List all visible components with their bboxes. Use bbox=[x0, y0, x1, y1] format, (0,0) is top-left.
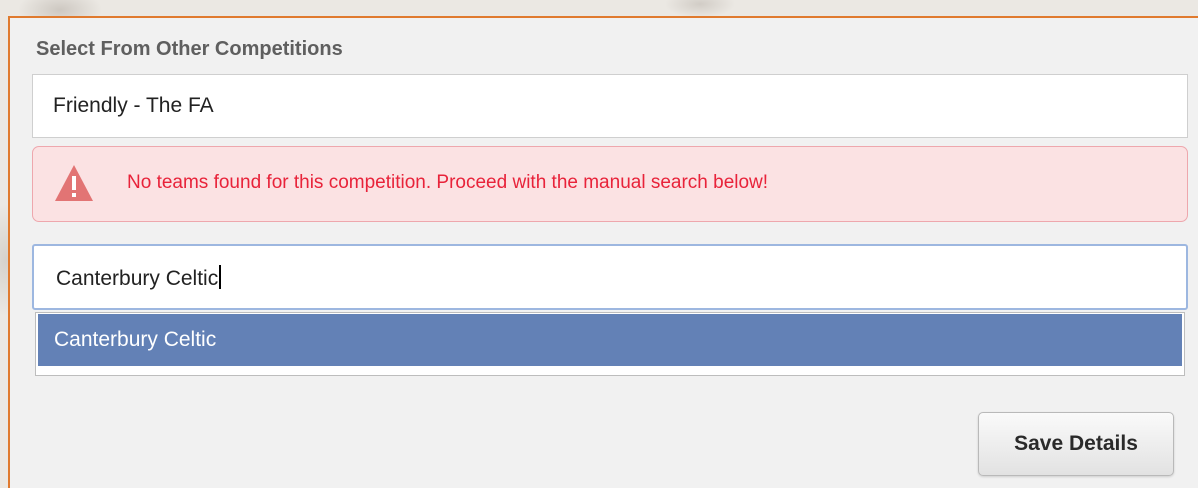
team-search-text: Canterbury Celtic bbox=[56, 265, 222, 291]
competition-value: Friendly - The FA bbox=[53, 94, 214, 117]
competition-panel: Select From Other Competitions Friendly … bbox=[8, 16, 1198, 488]
suggestion-item[interactable]: Canterbury Celtic bbox=[38, 314, 1182, 366]
competition-select[interactable]: Friendly - The FA bbox=[32, 74, 1188, 138]
save-details-button[interactable]: Save Details bbox=[978, 412, 1174, 476]
text-caret bbox=[219, 265, 222, 289]
suggestion-dropdown: Canterbury Celtic bbox=[35, 312, 1185, 376]
suggestion-label: Canterbury Celtic bbox=[54, 328, 217, 351]
warning-triangle-icon bbox=[55, 165, 93, 201]
no-teams-alert: No teams found for this competition. Pro… bbox=[32, 146, 1188, 222]
team-search-value: Canterbury Celtic bbox=[56, 267, 219, 290]
alert-message: No teams found for this competition. Pro… bbox=[127, 172, 769, 193]
section-label: Select From Other Competitions bbox=[36, 38, 343, 60]
